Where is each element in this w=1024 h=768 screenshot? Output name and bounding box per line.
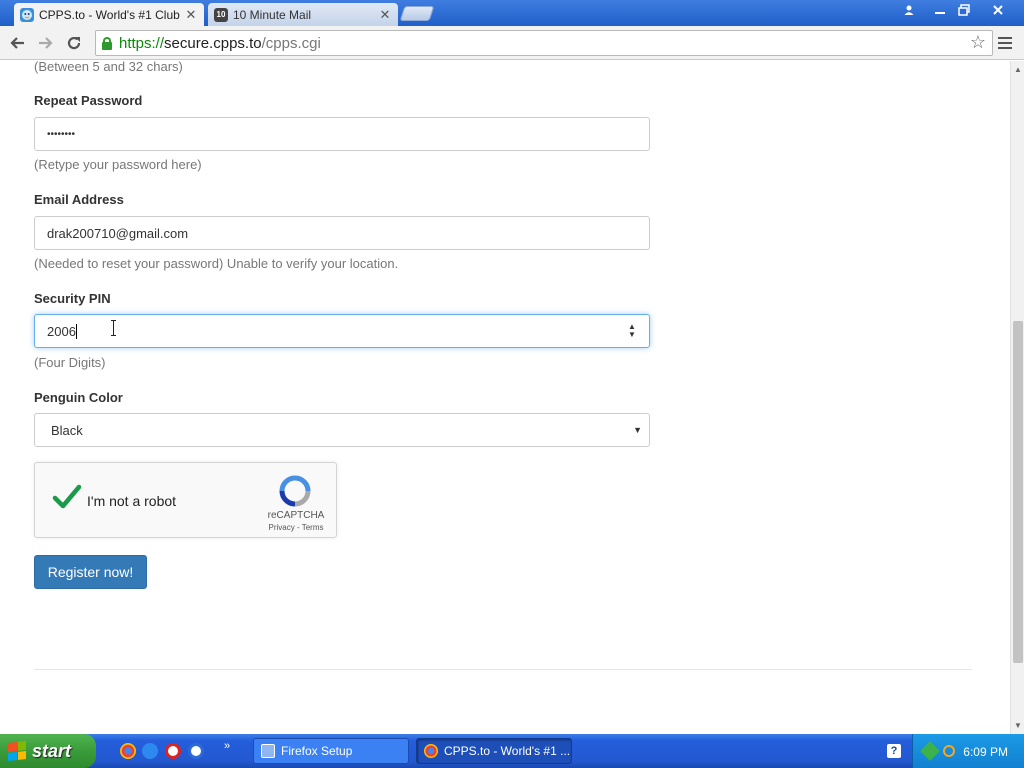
setup-icon: [261, 744, 275, 758]
task-label: Firefox Setup: [281, 744, 353, 758]
network-tray-icon[interactable]: [920, 741, 940, 761]
security-pin-field[interactable]: 2006 ▲ ▼: [34, 314, 650, 348]
repeat-password-value: ••••••••: [47, 128, 76, 140]
email-help: (Needed to reset your password) Unable t…: [34, 256, 399, 271]
clock: 6:09 PM: [963, 745, 1008, 759]
checkmark-icon[interactable]: [52, 483, 82, 511]
back-arrow-icon[interactable]: [6, 33, 28, 53]
search-tray-icon[interactable]: [943, 745, 955, 757]
scroll-up-icon[interactable]: ▲: [1014, 65, 1022, 74]
close-window-icon[interactable]: [987, 0, 1009, 20]
restore-icon[interactable]: [953, 0, 975, 20]
security-pin-value: 2006: [47, 323, 76, 339]
tab-close-icon[interactable]: ✕: [184, 7, 198, 23]
recaptcha-label: I'm not a robot: [87, 493, 177, 509]
address-bar[interactable]: https://secure.cpps.to/cpps.cgi ☆: [95, 30, 993, 56]
text-caret: [75, 323, 77, 339]
user-profile-icon[interactable]: [898, 0, 920, 20]
quicklaunch-more-icon[interactable]: »: [224, 740, 230, 752]
number-spinner[interactable]: ▲ ▼: [627, 323, 637, 341]
start-button[interactable]: start: [0, 734, 96, 768]
recaptcha-brand: reCAPTCHA: [267, 510, 325, 521]
forward-arrow-icon[interactable]: [35, 33, 57, 53]
ie-quicklaunch-icon[interactable]: [142, 743, 158, 759]
page-viewport: (Between 5 and 32 chars) Repeat Password…: [0, 61, 1010, 734]
text-cursor-icon: [111, 320, 117, 336]
repeat-password-help: (Retype your password here): [34, 157, 202, 172]
windows-flag-icon: [8, 741, 26, 761]
page-scrollbar[interactable]: ▲ ▼: [1010, 61, 1024, 734]
penguin-color-value: Black: [51, 422, 83, 438]
footer-divider: [34, 669, 972, 670]
task-label: CPPS.to - World's #1 ...: [444, 744, 571, 758]
bookmark-star-icon[interactable]: ☆: [970, 32, 986, 53]
register-button[interactable]: Register now!: [34, 555, 147, 589]
security-pin-help: (Four Digits): [34, 355, 106, 370]
chrome-quicklaunch-icon[interactable]: [120, 743, 136, 759]
recaptcha-widget: I'm not a robot reCAPTCHA Privacy - Term…: [34, 462, 337, 538]
password-help-text: (Between 5 and 32 chars): [34, 61, 183, 74]
url-path: /cpps.cgi: [261, 34, 321, 52]
scroll-thumb[interactable]: [1013, 321, 1023, 663]
url-host: secure.cpps.to: [164, 34, 262, 52]
dropdown-arrow-icon: ▼: [633, 425, 642, 435]
windows-taskbar: start » Firefox Setup CPPS.to - World's …: [0, 734, 1024, 768]
tab-close-icon[interactable]: ✕: [378, 7, 392, 23]
security-pin-label: Security PIN: [34, 291, 111, 306]
task-firefox-setup[interactable]: Firefox Setup: [253, 738, 409, 764]
email-label: Email Address: [34, 192, 124, 207]
tab-cpps[interactable]: CPPS.to - World's #1 Club Pe ✕: [14, 3, 204, 26]
tab-strip: CPPS.to - World's #1 Club Pe ✕ 10 10 Min…: [0, 0, 1024, 26]
new-tab-button[interactable]: [399, 6, 435, 21]
recaptcha-terms-link[interactable]: Privacy - Terms: [265, 523, 327, 532]
url-scheme: https://: [119, 34, 165, 52]
repeat-password-field[interactable]: ••••••••: [34, 117, 650, 151]
opera-alt-quicklaunch-icon[interactable]: [188, 743, 204, 759]
spinner-down-icon[interactable]: ▼: [627, 331, 637, 339]
chrome-icon: [424, 744, 438, 758]
scroll-down-icon[interactable]: ▼: [1014, 721, 1022, 730]
system-tray: 6:09 PM: [912, 734, 1024, 768]
reload-icon[interactable]: [63, 33, 85, 53]
email-value: drak200710@gmail.com: [47, 225, 189, 241]
penguin-color-select[interactable]: Black ▼: [34, 413, 650, 447]
tab-title: CPPS.to - World's #1 Club Pe: [39, 7, 184, 22]
task-chrome-cpps[interactable]: CPPS.to - World's #1 ...: [416, 738, 572, 764]
lock-icon: [102, 36, 112, 50]
tab-10-minute-mail[interactable]: 10 10 Minute Mail ✕: [208, 3, 398, 26]
cpps-favicon-icon: [20, 7, 34, 22]
opera-quicklaunch-icon[interactable]: [165, 743, 181, 759]
start-label: start: [32, 740, 72, 761]
recaptcha-logo-icon: [279, 475, 311, 507]
repeat-password-label: Repeat Password: [34, 93, 143, 108]
ten-minute-mail-favicon-icon: 10: [214, 7, 228, 22]
hamburger-menu-icon[interactable]: [998, 33, 1016, 53]
email-field[interactable]: drak200710@gmail.com: [34, 216, 650, 250]
help-tray-icon[interactable]: ?: [887, 744, 901, 758]
penguin-color-label: Penguin Color: [34, 390, 123, 405]
minimize-icon[interactable]: [929, 0, 951, 20]
browser-toolbar: https://secure.cpps.to/cpps.cgi ☆: [0, 26, 1024, 60]
tab-title: 10 Minute Mail: [233, 7, 312, 22]
